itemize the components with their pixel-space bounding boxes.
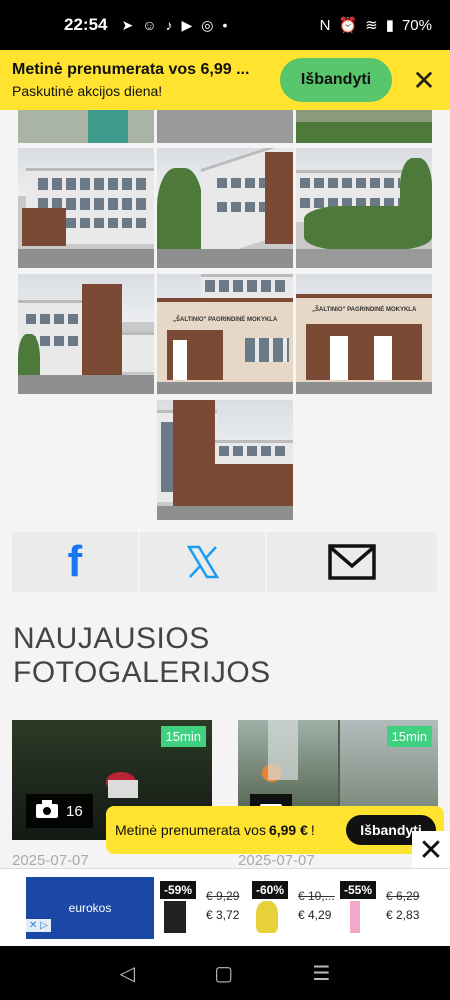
- telegram-icon: ➤: [121, 16, 134, 33]
- ad-product[interactable]: -60% € 10,... € 4,29: [250, 879, 338, 935]
- signal-icon: ▮: [385, 17, 394, 34]
- messenger-icon: ☺: [142, 16, 157, 33]
- system-status: N ⏰ ≋ ▮ 70%: [319, 16, 432, 35]
- product-image: [164, 901, 186, 933]
- share-email-button[interactable]: [267, 532, 437, 592]
- ad-new-price: € 3,72: [206, 908, 240, 922]
- status-time: 22:54: [64, 15, 108, 34]
- ad-new-price: € 4,29: [298, 908, 332, 922]
- gallery-photo[interactable]: [296, 148, 432, 268]
- ad-banner[interactable]: eurokos ✕ ▷ -59% € 9,29 € 3,72 -60% € 10…: [0, 868, 450, 946]
- ad-discount: -55%: [340, 881, 377, 899]
- gallery-photo[interactable]: [18, 110, 154, 143]
- close-icon[interactable]: ✕: [410, 64, 438, 97]
- x-icon: [186, 545, 219, 579]
- battery-level: 70%: [401, 16, 432, 34]
- status-bar: 22:54 ➤ ☺ ♪ ▶ ◎ • N ⏰ ≋ ▮ 70%: [0, 0, 450, 50]
- ad-discount: -60%: [252, 881, 289, 899]
- camera-icon: [36, 800, 58, 822]
- gallery-photo[interactable]: [18, 148, 154, 268]
- try-button[interactable]: Išbandyti: [280, 58, 392, 102]
- ad-old-price: € 6,29: [386, 889, 420, 903]
- gallery-date: 2025-07-07: [12, 852, 89, 869]
- banner-title: Metinė prenumerata vos 6,99 ...: [12, 61, 250, 78]
- tiktok-icon: ♪: [165, 16, 173, 33]
- ad-product[interactable]: -55% € 6,29 € 2,83: [338, 879, 426, 935]
- ad-product[interactable]: -59% € 9,29 € 3,72: [158, 879, 246, 935]
- notification-icons: ➤ ☺ ♪ ▶ ◎ •: [121, 17, 227, 34]
- more-dot-icon: •: [222, 16, 228, 33]
- section-heading-line2: FOTOGALERIJOS: [13, 656, 271, 689]
- product-image: [350, 901, 360, 933]
- nfc-icon: N: [319, 16, 331, 34]
- share-bar: f: [12, 532, 437, 592]
- banner-subtitle: Paskutinė akcijos diena!: [12, 83, 163, 99]
- prompt-exclamation: !: [310, 822, 315, 838]
- ad-discount: -59%: [160, 881, 197, 899]
- prompt-text: Metinė prenumerata vos: [115, 822, 266, 838]
- ad-new-price: € 2,83: [386, 908, 420, 922]
- ad-old-price: € 9,29: [206, 889, 240, 903]
- system-nav-bar: ◁ ▢ ☰: [0, 946, 450, 1000]
- subscription-prompt: Metinė prenumerata vos 6,99 € ! Išbandyt…: [106, 806, 444, 854]
- share-x-button[interactable]: [139, 532, 266, 592]
- youtube-icon: ▶: [181, 16, 193, 33]
- recents-icon[interactable]: ☰: [312, 961, 330, 986]
- photo-count: 16: [26, 794, 93, 828]
- source-badge: 15min: [160, 726, 206, 747]
- gallery-photo[interactable]: [18, 274, 154, 394]
- product-image: [256, 901, 278, 933]
- wifi-icon: ≋: [365, 17, 378, 34]
- back-icon[interactable]: ◁: [120, 961, 135, 986]
- instagram-icon: ◎: [201, 16, 214, 33]
- section-heading-line1: NAUJAUSIOS: [13, 622, 210, 655]
- close-icon[interactable]: ✕: [412, 831, 450, 869]
- gallery-photo[interactable]: [296, 110, 432, 143]
- gallery-photo[interactable]: „ŠALTINIO" PAGRINDINĖ MOKYKLA: [157, 274, 293, 394]
- facebook-icon: f: [67, 537, 83, 586]
- prompt-price: 6,99 €: [268, 822, 308, 838]
- source-badge: 15min: [386, 726, 432, 747]
- gallery-photo[interactable]: [157, 400, 293, 520]
- gallery-photo[interactable]: [157, 110, 293, 143]
- home-icon[interactable]: ▢: [214, 961, 233, 986]
- gallery-photo[interactable]: „ŠALTINIO" PAGRINDINĖ MOKYKLA: [296, 274, 432, 394]
- banner-text: Metinė prenumerata vos 6,99 ... Paskutin…: [12, 61, 280, 99]
- school-sign: „ŠALTINIO" PAGRINDINĖ MOKYKLA: [312, 307, 417, 313]
- mail-icon: [328, 544, 376, 580]
- ad-old-price: € 10,...: [298, 889, 335, 903]
- section-heading: NAUJAUSIOS FOTOGALERIJOS: [13, 622, 271, 690]
- alarm-icon: ⏰: [338, 17, 358, 34]
- gallery-date: 2025-07-07: [238, 852, 315, 869]
- share-facebook-button[interactable]: f: [12, 532, 138, 592]
- photo-count-value: 16: [66, 802, 83, 820]
- gallery-photo[interactable]: [157, 148, 293, 268]
- subscription-banner: Metinė prenumerata vos 6,99 ... Paskutin…: [0, 50, 450, 110]
- adchoices-icon[interactable]: ✕ ▷: [26, 919, 51, 932]
- school-sign: „ŠALTINIO" PAGRINDINĖ MOKYKLA: [173, 317, 278, 323]
